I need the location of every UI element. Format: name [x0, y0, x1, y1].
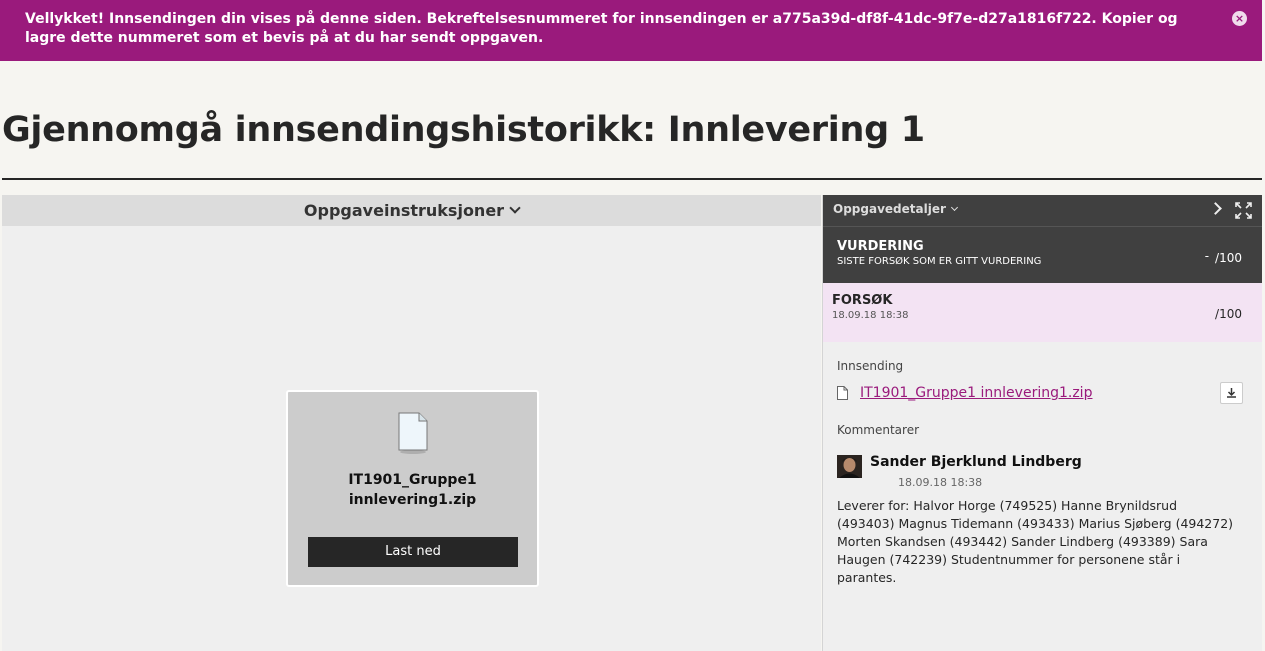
details-header: Oppgavedetaljer: [823, 195, 1262, 226]
avatar-image: [837, 455, 862, 478]
submission-file: IT1901_Gruppe1 innlevering1.zip: [837, 385, 1092, 401]
attempt-date: 18.09.18 18:38: [832, 310, 909, 321]
title-divider: [2, 178, 1262, 180]
details-header-label[interactable]: Oppgavedetaljer: [833, 202, 946, 216]
chevron-down-icon: [509, 202, 521, 214]
comments-label: Kommentarer: [837, 423, 920, 437]
file-name: IT1901_Gruppe1 innlevering1.zip: [288, 470, 537, 510]
grade-value: -/100: [1204, 249, 1242, 265]
document-icon: [837, 386, 848, 400]
avatar: [837, 455, 862, 478]
close-icon[interactable]: ×: [1232, 11, 1247, 26]
grade-score: -: [1204, 249, 1210, 263]
file-name-line1: IT1901_Gruppe1: [348, 472, 477, 488]
file-name-line2: innlevering1.zip: [348, 492, 477, 508]
comment-text: Leverer for: Halvor Horge (749525) Hanne…: [837, 498, 1234, 585]
success-banner: Vellykket! Innsendingen din vises på den…: [0, 0, 1262, 61]
download-icon[interactable]: [1220, 382, 1243, 404]
attempt-row[interactable]: FORSØK 18.09.18 18:38 /100: [823, 283, 1262, 342]
attempt-title: FORSØK: [832, 293, 893, 308]
comment-date: 18.09.18 18:38: [898, 476, 983, 489]
submission-file-link[interactable]: IT1901_Gruppe1 innlevering1.zip: [860, 385, 1092, 401]
grade-summary: VURDERING SISTE FORSØK SOM ER GITT VURDE…: [823, 226, 1262, 283]
grade-title: VURDERING: [837, 239, 924, 254]
file-icon: [398, 412, 428, 454]
instructions-toggle[interactable]: Oppgaveinstruksjoner: [2, 195, 821, 226]
download-button[interactable]: Last ned: [308, 537, 518, 567]
file-preview-card: IT1901_Gruppe1 innlevering1.zip Last ned: [286, 390, 539, 587]
comment-author: Sander Bjerklund Lindberg: [870, 454, 1082, 470]
instructions-label: Oppgaveinstruksjoner: [303, 201, 505, 220]
grade-subtitle: SISTE FORSØK SOM ER GITT VURDERING: [837, 256, 1042, 267]
details-panel: Oppgavedetaljer VURDERING SISTE FORSØK S…: [822, 195, 1262, 651]
expand-icon[interactable]: [1235, 202, 1252, 219]
banner-message: Vellykket! Innsendingen din vises på den…: [25, 11, 1178, 46]
download-icon-glyph: [1227, 388, 1236, 398]
submission-label: Innsending: [837, 359, 904, 373]
attempt-max: /100: [1215, 307, 1242, 321]
grade-max: /100: [1215, 251, 1242, 265]
page-title: Gjennomgå innsendingshistorikk: Innlever…: [2, 110, 925, 150]
chevron-down-icon[interactable]: [950, 203, 958, 212]
chevron-right-icon[interactable]: [1209, 202, 1222, 215]
instructions-pane: Oppgaveinstruksjoner IT1901_Gruppe1 innl…: [2, 195, 821, 651]
